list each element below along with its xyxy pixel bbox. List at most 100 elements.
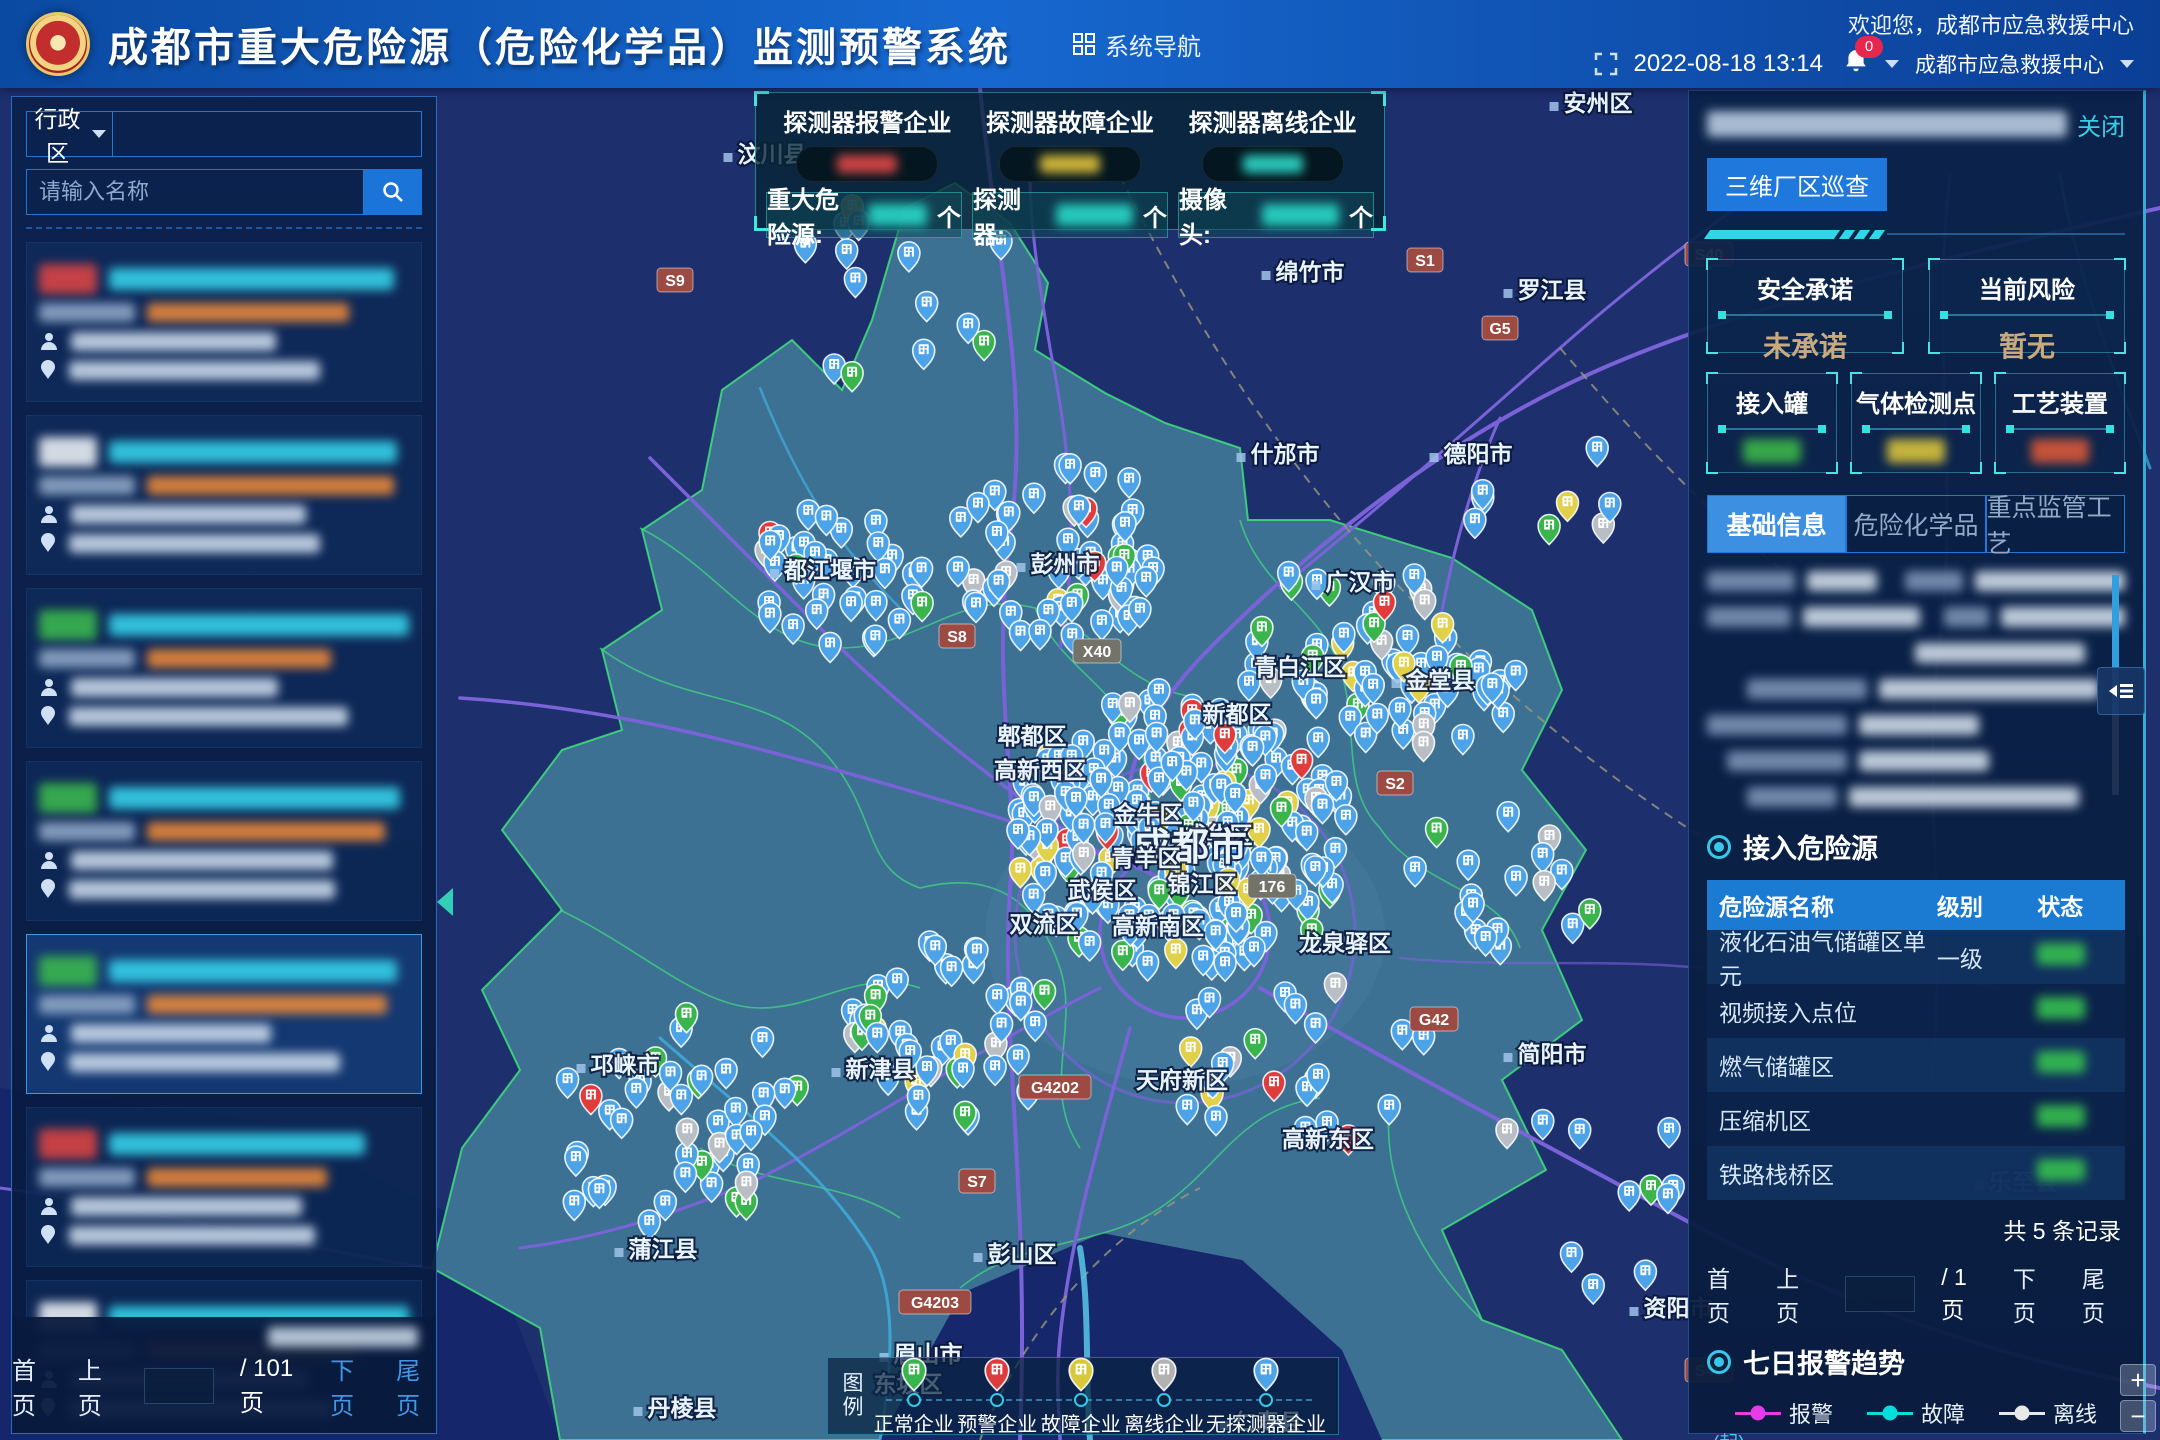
zoom-out-button[interactable]: −	[2120, 1400, 2156, 1432]
company-card[interactable]	[26, 415, 422, 575]
stat-value-blurred	[837, 155, 897, 173]
sidebar-collapse-icon[interactable]	[437, 888, 453, 916]
map-place-label: 什邡市	[1251, 441, 1320, 467]
decorative-line	[1707, 229, 2125, 239]
company-card[interactable]	[26, 1107, 422, 1267]
close-panel-link[interactable]: 关闭	[2077, 107, 2125, 142]
map-place-label: 青羊区	[1112, 845, 1181, 871]
field-label-blurred	[39, 649, 135, 668]
tab-key-supervision[interactable]: 重点监管工艺	[1986, 495, 2125, 553]
company-card[interactable]	[26, 934, 422, 1094]
first-page-link[interactable]: 首页	[1707, 1260, 1750, 1328]
panel-slide-toggle[interactable]	[2097, 667, 2145, 715]
address-blurred	[69, 880, 335, 899]
metric-box: 气体检测点	[1851, 373, 1981, 473]
legend-item: 预警企业	[956, 1355, 1040, 1437]
company-card[interactable]	[26, 588, 422, 748]
status-badge-blurred	[39, 956, 97, 986]
counter-box: 重大危险源: 个	[766, 192, 962, 238]
person-icon	[39, 850, 59, 870]
legend-item[interactable]: 离线	[1999, 1397, 2097, 1429]
map-place-label: 新津县	[846, 1056, 915, 1082]
hazard-level-blurred	[147, 303, 349, 322]
road-badge: X40	[1073, 639, 1121, 663]
map-pin-icon	[1149, 1355, 1179, 1394]
page-number-input[interactable]	[1845, 1276, 1915, 1312]
first-page-link[interactable]: 首页	[12, 1351, 52, 1421]
next-page-link[interactable]: 下页	[330, 1351, 370, 1421]
address-blurred	[69, 1053, 340, 1072]
trend-legend: 报警 故障 离线	[1707, 1397, 2125, 1429]
org-selector[interactable]: 成都市应急救援中心	[1915, 49, 2104, 79]
legend-item[interactable]: 报警	[1735, 1397, 1833, 1429]
safety-commitment-box: 安全承诺 未承诺	[1707, 259, 1903, 353]
status-badge-blurred	[39, 610, 97, 640]
field-label-blurred	[39, 1168, 135, 1187]
region-filter-dropdown[interactable]: 行政区	[26, 111, 113, 157]
prev-page-link[interactable]: 上页	[78, 1351, 118, 1421]
svg-text:G4202: G4202	[1031, 1080, 1079, 1097]
last-page-link[interactable]: 尾页	[396, 1351, 436, 1421]
plant-3d-tour-button[interactable]: 三维厂区巡查	[1707, 158, 1887, 211]
prev-page-link[interactable]: 上页	[1776, 1260, 1819, 1328]
map-place-label: 蒲江县	[629, 1236, 698, 1262]
search-icon	[381, 180, 405, 204]
notification-bell[interactable]: 0	[1843, 48, 1869, 81]
page-number-input[interactable]	[144, 1368, 214, 1404]
system-nav-label[interactable]: 系统导航	[1105, 27, 1201, 62]
map-place-label: 安州区	[1564, 90, 1633, 116]
system-nav[interactable]: 系统导航	[1073, 27, 1201, 62]
map-zoom-control: + −	[2120, 1364, 2156, 1432]
next-page-link[interactable]: 下页	[2013, 1260, 2056, 1328]
legend-item[interactable]: 故障	[1867, 1397, 1965, 1429]
metric-value-blurred	[1887, 439, 1945, 463]
metric-value-blurred	[2031, 439, 2089, 463]
tab-hazardous-chemicals[interactable]: 危险化学品	[1846, 495, 1985, 553]
company-card[interactable]	[26, 761, 422, 921]
field-label-blurred	[39, 303, 135, 322]
app-screen: 汶川县安州区绵竹市罗江县什邡市德阳市广汉市彭州市都江堰市青白江区金堂县新都区郫都…	[0, 0, 2160, 1440]
company-title-blurred	[109, 614, 409, 636]
last-page-link[interactable]: 尾页	[2082, 1260, 2125, 1328]
fullscreen-icon[interactable]	[1594, 52, 1618, 76]
tab-basic-info[interactable]: 基础信息	[1707, 495, 1846, 553]
chevron-down-icon[interactable]	[1885, 60, 1899, 68]
svg-text:S9: S9	[665, 273, 685, 290]
svg-text:S2: S2	[1385, 776, 1405, 793]
region-value-input[interactable]	[113, 111, 422, 157]
company-card[interactable]	[26, 242, 422, 402]
road-badge: S1	[1407, 248, 1443, 272]
map-place-label: 新都区	[1203, 701, 1272, 727]
map-place-label: 双流区	[1010, 911, 1079, 937]
stat-value-blurred	[1243, 155, 1303, 173]
search-input[interactable]	[26, 169, 364, 215]
welcome-text: 欢迎您，成都市应急救援中心	[1848, 8, 2134, 40]
contact-blurred	[71, 332, 276, 351]
records-count-blurred	[268, 1327, 418, 1347]
chevron-down-icon	[92, 130, 106, 138]
chevron-down-icon[interactable]	[2120, 60, 2134, 68]
status-blurred	[2037, 1159, 2085, 1181]
counter-value-blurred	[1262, 204, 1339, 226]
company-title-blurred	[109, 960, 397, 982]
company-name-blurred	[1707, 111, 2067, 137]
hazard-table-row[interactable]: 视频接入点位	[1707, 984, 2125, 1038]
trend-section-header: 七日报警趋势	[1707, 1342, 2125, 1381]
hazard-table-row[interactable]: 液化石油气储罐区单元一级	[1707, 930, 2125, 984]
road-badge: S7	[959, 1169, 995, 1193]
hazard-table-row[interactable]: 铁路栈桥区	[1707, 1146, 2125, 1200]
person-icon	[39, 677, 59, 697]
company-title-blurred	[109, 441, 397, 463]
slide-menu-icon	[2107, 679, 2135, 703]
hazard-table-row[interactable]: 燃气储罐区	[1707, 1038, 2125, 1092]
hazard-table-row[interactable]: 压缩机区	[1707, 1092, 2125, 1146]
status-badge-blurred	[39, 437, 97, 467]
location-icon	[39, 360, 57, 380]
zoom-in-button[interactable]: +	[2120, 1364, 2156, 1396]
contact-blurred	[71, 851, 333, 870]
risk-value: 暂无	[1930, 325, 2124, 365]
road-badge: G42	[1410, 1007, 1458, 1031]
status-blurred	[2037, 943, 2085, 965]
svg-text:(起): (起)	[1713, 1432, 1745, 1440]
search-button[interactable]	[364, 169, 422, 215]
